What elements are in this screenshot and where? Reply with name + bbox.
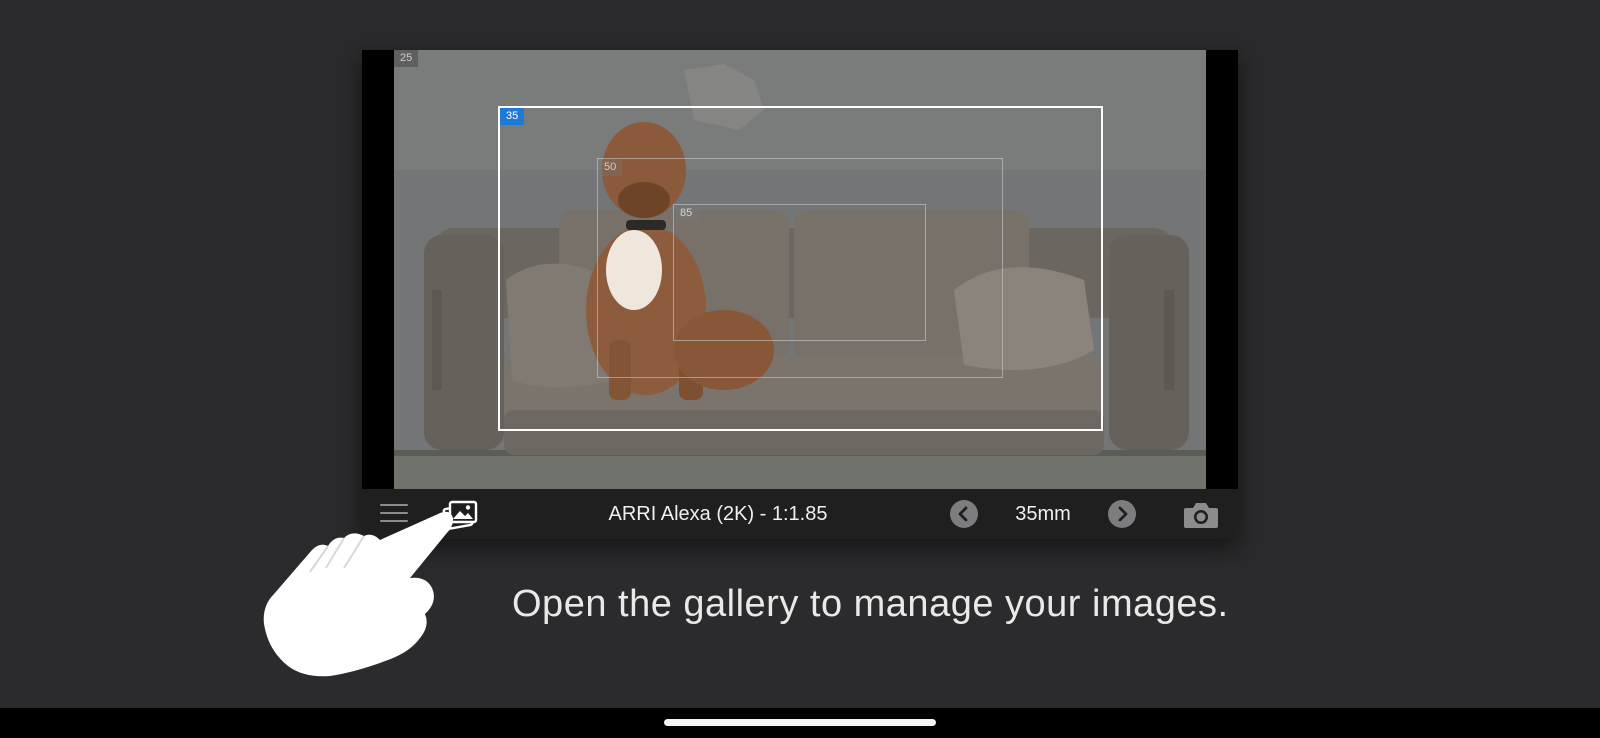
camera-format-label[interactable]: ARRI Alexa (2K) - 1:1.85 (562, 503, 874, 525)
next-lens-button[interactable] (1108, 500, 1136, 528)
scene-image: 25 50 85 35 (394, 50, 1206, 489)
pointing-hand-icon (263, 511, 454, 677)
frame-guide-35mm-active[interactable]: 35 (498, 106, 1103, 431)
previous-lens-button[interactable] (950, 500, 978, 528)
viewfinder-panel: 25 50 85 35 ARRI Alexa (2K) - 1:1.85 35m… (362, 50, 1238, 539)
camera-icon[interactable] (1182, 500, 1220, 530)
tutorial-screen: 25 50 85 35 ARRI Alexa (2K) - 1:1.85 35m… (0, 0, 1600, 738)
bottom-toolbar: ARRI Alexa (2K) - 1:1.85 35mm (362, 489, 1238, 539)
system-bottom-bar (0, 708, 1600, 738)
frame-label-35: 35 (500, 108, 525, 125)
frame-label-25: 25 (394, 50, 419, 67)
chevron-right-icon (1118, 506, 1128, 522)
chevron-left-icon (958, 506, 968, 522)
instruction-text: Open the gallery to manage your images. (512, 583, 1229, 625)
home-indicator[interactable] (664, 719, 936, 726)
focal-length-value[interactable]: 35mm (990, 503, 1096, 525)
